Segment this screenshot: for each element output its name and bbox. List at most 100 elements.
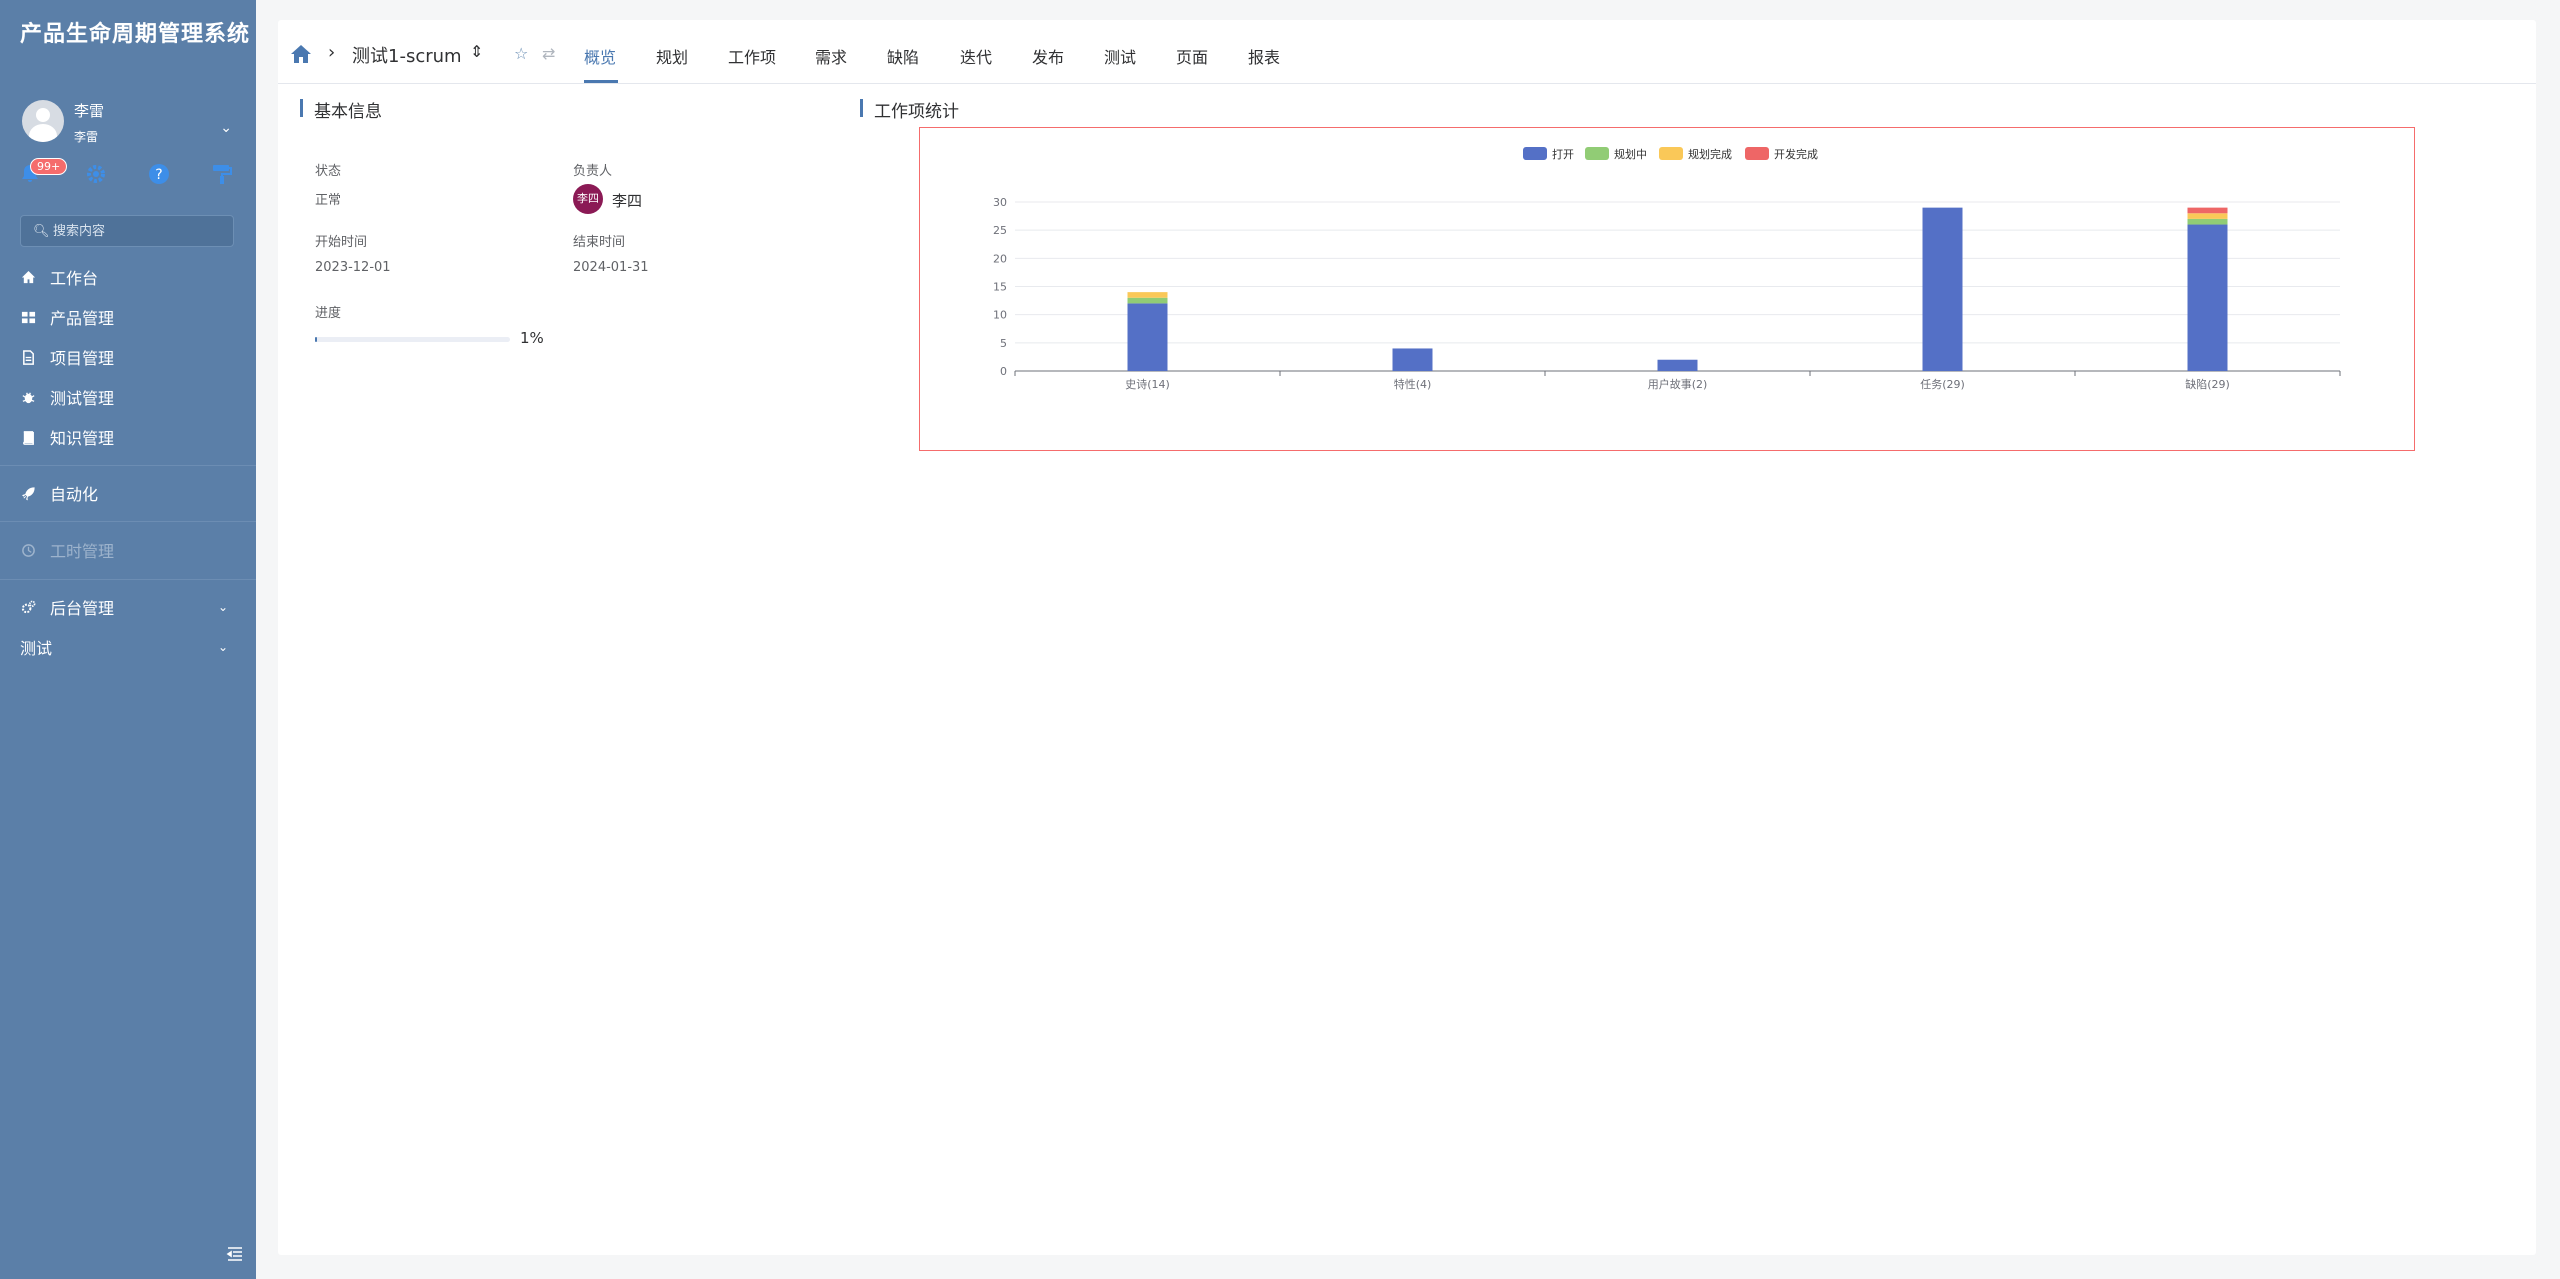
user-subtitle: 李雷 xyxy=(74,130,99,144)
status-label: 状态 xyxy=(315,164,342,179)
search-input[interactable] xyxy=(53,219,223,243)
active-tab-indicator xyxy=(584,80,618,83)
x-tick-label: 缺陷(29) xyxy=(2185,377,2230,391)
legend-swatch xyxy=(1585,147,1609,160)
workitem-chart: 0 5 10 15 20 25 30 史诗(14) 特性(4) 用户故事(2) 任务(29) 缺陷(2… xyxy=(919,127,2415,451)
tab-planning[interactable]: 规划 xyxy=(656,44,688,68)
progress-bar xyxy=(315,337,510,342)
progress-fill xyxy=(315,337,317,342)
end-date-value: 2024-01-31 xyxy=(573,260,649,275)
menu-item-product[interactable]: 产品管理 xyxy=(20,300,240,334)
menu-label: 测试管理 xyxy=(50,389,115,408)
document-icon xyxy=(20,349,36,365)
home-icon xyxy=(20,270,36,285)
menu-item-automation[interactable]: 自动化 xyxy=(20,476,240,510)
x-tick-label: 史诗(14) xyxy=(1125,377,1170,391)
progress-text: 1% xyxy=(520,329,544,347)
help-icon: ? xyxy=(149,164,169,184)
menu-item-workbench[interactable]: 工作台 xyxy=(20,260,240,294)
project-topbar: › 测试1-scrum ⇕ ☆ ⇄ 概览 规划 工作项 需求 缺陷 迭代 发布 … xyxy=(278,20,2536,84)
help-button[interactable]: ? xyxy=(147,162,177,192)
bar-开发完成 xyxy=(2187,207,2228,214)
menu-label: 知识管理 xyxy=(50,429,115,448)
menu-divider xyxy=(0,521,256,522)
legend-swatch xyxy=(1523,147,1547,160)
tab-pages[interactable]: 页面 xyxy=(1176,44,1208,68)
project-name[interactable]: 测试1-scrum xyxy=(352,42,462,68)
clock-icon xyxy=(20,543,36,558)
theme-button[interactable] xyxy=(210,162,240,192)
menu-item-test[interactable]: 测试 ⌄ xyxy=(20,630,240,664)
owner-avatar: 李四 xyxy=(573,184,603,214)
status-value: 正常 xyxy=(315,193,342,208)
bar-打开 xyxy=(1922,207,1963,371)
bar-规划完成 xyxy=(2187,213,2228,219)
y-tick-label: 0 xyxy=(1000,365,1007,378)
tab-testing[interactable]: 测试 xyxy=(1104,44,1136,68)
menu-label: 工作台 xyxy=(50,269,99,288)
y-tick-label: 25 xyxy=(993,224,1007,237)
user-name: 李雷 xyxy=(74,102,105,120)
sidebar-search[interactable]: 🔍︎ xyxy=(20,215,234,247)
gears-icon xyxy=(20,600,36,615)
bar-规划中 xyxy=(2187,218,2228,225)
settings-button[interactable] xyxy=(84,162,114,192)
bar-打开 xyxy=(1657,359,1698,371)
tab-iterations[interactable]: 迭代 xyxy=(960,44,992,68)
bar-规划完成 xyxy=(1127,292,1168,298)
progress-label: 进度 xyxy=(315,306,342,321)
main-panel: › 测试1-scrum ⇕ ☆ ⇄ 概览 规划 工作项 需求 缺陷 迭代 发布 … xyxy=(278,20,2536,1255)
y-tick-label: 30 xyxy=(993,196,1007,209)
notification-badge: 99+ xyxy=(30,158,68,175)
tab-reports[interactable]: 报表 xyxy=(1248,44,1280,68)
start-date-label: 开始时间 xyxy=(315,235,368,250)
x-tick-label: 用户故事(2) xyxy=(1648,377,1708,391)
legend-swatch xyxy=(1659,147,1683,160)
menu-item-timesheet: 工时管理 xyxy=(20,533,240,567)
y-tick-label: 20 xyxy=(993,252,1007,265)
bar-打开 xyxy=(1392,348,1433,371)
menu-item-project[interactable]: 项目管理 xyxy=(20,340,240,374)
start-date-value: 2023-12-01 xyxy=(315,260,391,275)
gear-icon xyxy=(87,165,105,183)
star-icon[interactable]: ☆ xyxy=(514,44,528,63)
tab-overview[interactable]: 概览 xyxy=(584,44,616,68)
end-date-label: 结束时间 xyxy=(573,235,626,250)
chevron-down-icon[interactable]: ⌄ xyxy=(220,120,232,136)
search-icon: 🔍︎ xyxy=(33,224,50,239)
bar-打开 xyxy=(2187,224,2228,371)
menu-item-admin[interactable]: 后台管理 ⌄ xyxy=(20,590,240,624)
tab-releases[interactable]: 发布 xyxy=(1032,44,1064,68)
workitem-stats-title: 工作项统计 xyxy=(860,97,959,122)
y-tick-label: 10 xyxy=(993,309,1007,322)
menu-item-knowledge[interactable]: 知识管理 xyxy=(20,420,240,454)
switch-project-icon[interactable]: ⇕ xyxy=(470,42,483,61)
x-tick-label: 特性(4) xyxy=(1394,377,1432,391)
menu-divider xyxy=(0,465,256,466)
notification-button[interactable]: 99+ xyxy=(18,158,68,192)
owner-label: 负责人 xyxy=(573,164,613,179)
user-panel[interactable]: 李雷 李雷 ⌄ xyxy=(22,98,232,148)
swap-icon[interactable]: ⇄ xyxy=(542,44,555,63)
menu-item-testing[interactable]: 测试管理 xyxy=(20,380,240,414)
legend-label: 打开 xyxy=(1552,147,1574,161)
tab-workitems[interactable]: 工作项 xyxy=(728,44,776,68)
home-icon[interactable] xyxy=(290,44,312,64)
tab-requirements[interactable]: 需求 xyxy=(815,44,847,68)
x-tick-label: 任务(29) xyxy=(1920,378,1965,391)
user-avatar[interactable] xyxy=(22,100,64,142)
menu-label: 工时管理 xyxy=(50,542,115,561)
paint-roller-icon xyxy=(213,165,232,184)
rocket-icon xyxy=(20,486,36,501)
sidebar: 产品生命周期管理系统 李雷 李雷 ⌄ 99+ ? 🔍︎ 工作台 产品管理 xyxy=(0,0,256,1279)
svg-text:?: ? xyxy=(155,167,162,183)
toolbar: 99+ ? xyxy=(18,158,243,198)
y-tick-label: 5 xyxy=(1000,337,1007,350)
app-title: 产品生命周期管理系统 xyxy=(20,22,251,47)
menu-label: 产品管理 xyxy=(50,309,115,328)
chevron-down-icon: ⌄ xyxy=(217,640,228,654)
collapse-sidebar-icon[interactable] xyxy=(226,1245,244,1263)
chevron-down-icon: ⌄ xyxy=(217,600,228,614)
legend-label: 开发完成 xyxy=(1774,147,1818,161)
tab-defects[interactable]: 缺陷 xyxy=(887,44,919,68)
